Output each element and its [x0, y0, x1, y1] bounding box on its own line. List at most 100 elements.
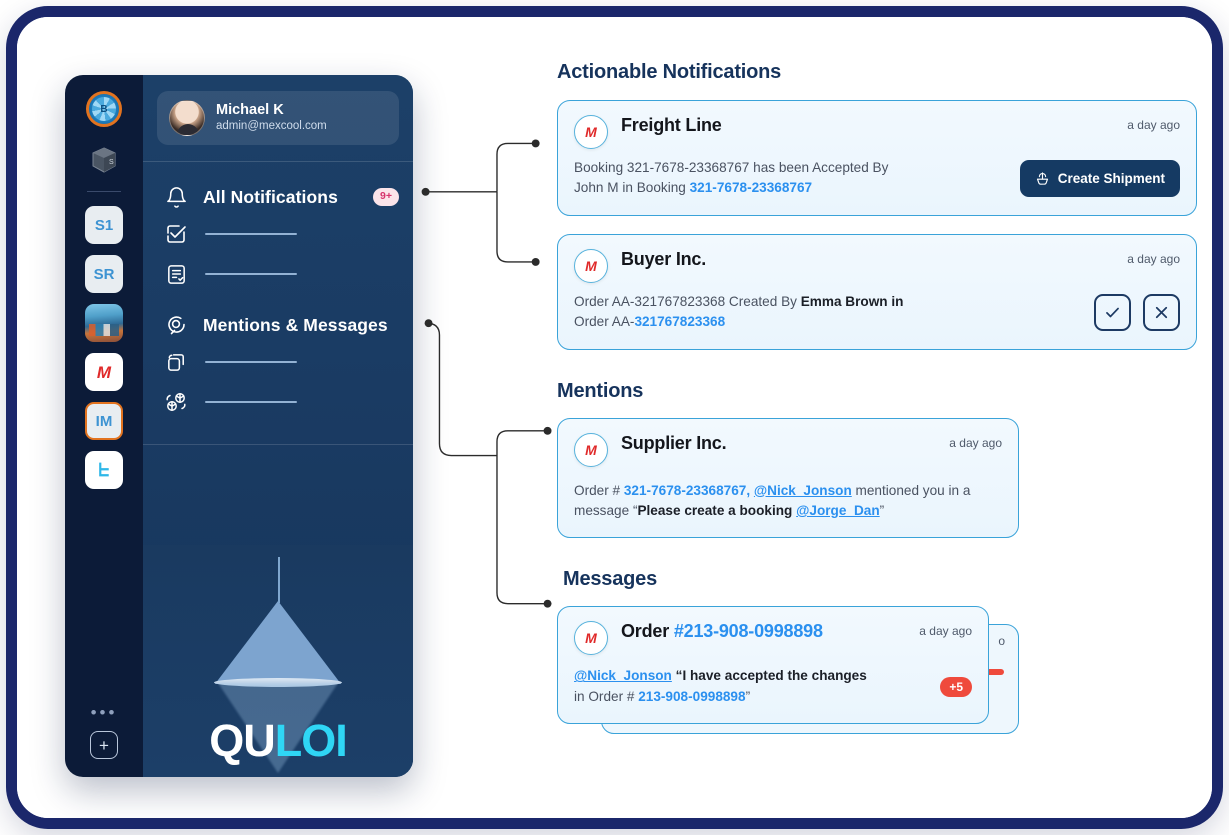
icon-rail: B S S1 SR M IM ᖶ ••• +	[65, 75, 143, 777]
rail-bottom-group: ••• +	[90, 704, 118, 777]
rail-tile-s1[interactable]: S1	[85, 206, 123, 244]
quloi-brand-block: QULOI	[143, 545, 413, 777]
rail-tile-s1-label: S1	[94, 216, 114, 234]
profile-email: admin@mexcool.com	[216, 120, 327, 133]
notification-card-buyer-inc[interactable]: M Buyer Inc. a day ago Order AA-32176782…	[557, 233, 1197, 350]
card-body: Order # 321-7678-23368767, @Nick_Jonson …	[574, 481, 1002, 522]
bell-icon	[163, 186, 189, 209]
mention-text-pre: Order #	[574, 482, 624, 498]
rail-tile-m-logo[interactable]: M	[85, 353, 123, 391]
card-title: Buyer Inc.	[621, 248, 707, 269]
notifications-content: Actionable Notifications M Freight Line …	[557, 61, 1197, 735]
sidebar-item-all-notifications-label: All Notifications	[203, 186, 338, 207]
card-title: Order #213-908-0998898	[621, 621, 823, 642]
card-body: Order AA-321767823368 Created By Emma Br…	[574, 292, 1180, 333]
reject-button[interactable]	[1143, 293, 1180, 331]
count-badge: +5	[940, 676, 972, 697]
company-m-logo-icon: M	[574, 621, 608, 656]
svg-text:S: S	[109, 159, 114, 166]
card-message-text: Booking 321-7678-23368767 has been Accep…	[574, 158, 1008, 199]
sidebar-item-mentions-messages[interactable]: Mentions & Messages	[143, 308, 413, 342]
company-m-logo-icon: M	[574, 248, 608, 283]
card-timestamp: a day ago	[949, 435, 1002, 450]
card-text-line2-pre: Order AA-	[574, 314, 635, 330]
rail-tile-sr-label: SR	[93, 265, 115, 283]
order-number-link[interactable]: 321767823368	[634, 314, 725, 329]
pendant-lamp-cord-icon	[278, 557, 280, 603]
card-message-text: Order AA-321767823368 Created By Emma Br…	[574, 292, 1082, 333]
message-quote-line1: “I have accepted the changes	[675, 668, 867, 684]
sidebar-subitem-shipments[interactable]	[143, 382, 413, 422]
package-box-icon[interactable]: S	[87, 143, 121, 177]
mention-target-user-link[interactable]: @Jorge_Dan	[796, 503, 880, 518]
sidebar-subitem-documents[interactable]	[143, 254, 413, 294]
accept-button[interactable]	[1094, 293, 1131, 331]
card-timestamp: a day ago	[1127, 251, 1180, 266]
profile-text: Michael K admin@mexcool.com	[216, 101, 327, 135]
company-m-logo-icon: M	[574, 432, 608, 467]
sidebar-subitem-copies[interactable]	[143, 342, 413, 382]
rail-tile-im-label: IM	[95, 412, 113, 430]
chat-bubble-icon	[163, 313, 189, 337]
card-text-line1-bold: Emma Brown in	[800, 293, 904, 309]
rail-tile-im[interactable]: IM	[85, 402, 123, 440]
company-m-logo-icon: M	[574, 115, 608, 149]
menu-list: All Notifications 9+ Mentions & Messages	[143, 162, 413, 422]
booking-number-link[interactable]: 321-7678-23368767	[690, 180, 812, 195]
create-shipment-button-label: Create Shipment	[1057, 170, 1165, 186]
document-check-icon	[163, 263, 189, 286]
mention-user-link[interactable]: @Nick_Jonson	[754, 483, 852, 498]
order-number-link-inline[interactable]: 213-908-0998898	[638, 689, 745, 704]
user-profile-card[interactable]: Michael K admin@mexcool.com	[157, 91, 399, 145]
more-options-icon[interactable]: •••	[91, 704, 118, 721]
message-user-link[interactable]: @Nick_Jonson	[574, 668, 672, 683]
order-number-link[interactable]: #213-908-0998898	[674, 621, 823, 641]
menu-divider-bottom	[143, 444, 413, 445]
order-number-link[interactable]: 321-7678-23368767,	[624, 483, 750, 498]
sidebar-item-mentions-messages-label: Mentions & Messages	[203, 314, 388, 335]
card-body: @Nick_Jonson “I have accepted the change…	[574, 666, 972, 707]
sidebar-subitem-placeholder-line	[205, 233, 297, 235]
card-body: Booking 321-7678-23368767 has been Accep…	[574, 158, 1180, 199]
messages-card-stack: o M Order #213-908-0998898 a day ago @Ni…	[557, 606, 1197, 735]
brand-word-part2: LOI	[274, 715, 348, 766]
close-x-icon	[1155, 306, 1168, 318]
rail-divider	[87, 191, 121, 192]
rail-tile-port-photo[interactable]	[85, 304, 123, 342]
sidebar-subitem-tasks[interactable]	[143, 214, 413, 254]
card-title: Supplier Inc.	[621, 432, 727, 453]
brand-word-part1: QU	[209, 715, 275, 766]
card-header: M Buyer Inc. a day ago	[574, 248, 1180, 283]
frame-inner: B S S1 SR M IM ᖶ ••• + Michael K admin@m…	[17, 17, 1212, 818]
card-text-line1: Booking 321-7678-23368767 has been Accep…	[574, 160, 889, 175]
mention-card-supplier-inc[interactable]: M Supplier Inc. a day ago Order # 321-76…	[557, 417, 1019, 539]
device-frame: B S S1 SR M IM ᖶ ••• + Michael K admin@m…	[6, 6, 1223, 829]
section-title-messages: Messages	[563, 568, 658, 591]
profile-name: Michael K	[216, 102, 284, 119]
card-header: M Order #213-908-0998898 a day ago	[574, 621, 972, 656]
brand-wordmark: QULOI	[209, 715, 348, 766]
gear-badge-icon: B	[92, 97, 116, 121]
notification-card-freight-line[interactable]: M Freight Line a day ago Booking 321-767…	[557, 100, 1197, 216]
check-square-icon	[163, 222, 189, 246]
card-text-line2-pre: John M in Booking	[574, 180, 690, 196]
message-quote-line2-pre: in Order #	[574, 688, 639, 704]
sidebar-item-all-notifications[interactable]: All Notifications 9+	[143, 180, 413, 214]
create-shipment-button[interactable]: Create Shipment	[1019, 159, 1180, 197]
card-actions	[1094, 293, 1180, 331]
m-logo-icon: M	[96, 362, 112, 382]
quote-close: ”	[879, 502, 885, 518]
sidebar-app-panel: B S S1 SR M IM ᖶ ••• + Michael K admin@m…	[65, 75, 413, 777]
sidebar-menu-column: Michael K admin@mexcool.com All Notifica…	[143, 75, 413, 777]
card-timestamp: a day ago	[1127, 118, 1180, 132]
sidebar-subitem-placeholder-line	[205, 361, 297, 363]
rail-tile-p-logo[interactable]: ᖶ	[85, 451, 123, 489]
notifications-count-badge: 9+	[373, 188, 399, 206]
card-title: Freight Line	[621, 115, 722, 135]
p-logo-icon: ᖶ	[98, 460, 110, 480]
message-card-order[interactable]: M Order #213-908-0998898 a day ago @Nick…	[557, 606, 989, 725]
add-button[interactable]: +	[90, 731, 118, 759]
quloi-rail-logo-icon[interactable]: B	[86, 91, 122, 127]
rail-tile-sr[interactable]: SR	[85, 255, 123, 293]
card-message-text: @Nick_Jonson “I have accepted the change…	[574, 666, 928, 707]
